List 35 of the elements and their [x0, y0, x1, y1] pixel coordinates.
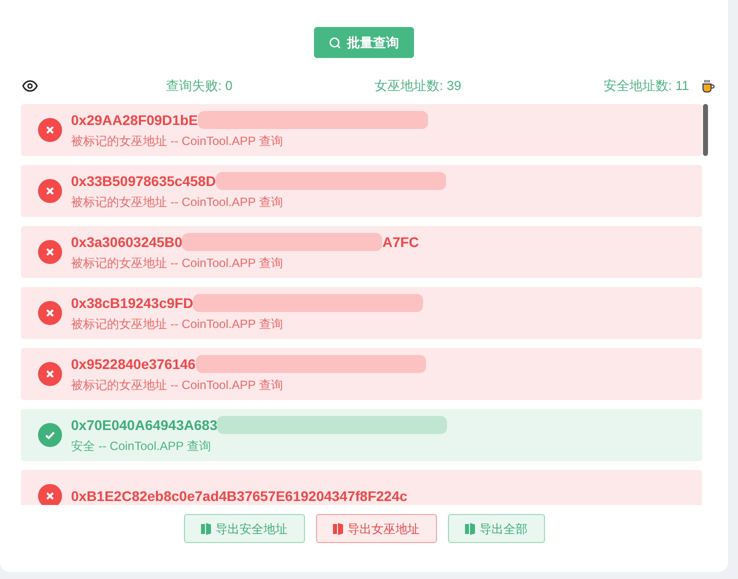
address-text: 0xB1E2C82eb8c0e7ad4B37657E619204347f8F224c	[71, 487, 408, 505]
address-text: 0x9522840e376146	[71, 354, 196, 372]
address-text: 0x3a30603245B0	[71, 232, 182, 250]
search-icon	[329, 36, 341, 48]
door-icon	[332, 522, 342, 534]
stat-label: 女巫地址数: 39	[374, 77, 462, 96]
address-text: A7FC	[382, 232, 419, 250]
result-note: 被标记的女巫地址 -- CoinTool.APP 查询	[71, 194, 284, 210]
eye-icon[interactable]	[22, 80, 38, 92]
address-text: 0x38cB19243c9FD	[71, 294, 194, 312]
export-button[interactable]: 导出全部	[448, 514, 544, 543]
address-text: 0x70E040A64943A683	[71, 416, 218, 434]
door-icon	[200, 522, 210, 534]
batch-query-button[interactable]: 批量查询	[314, 27, 414, 58]
error-icon	[38, 118, 62, 142]
stat-label: 查询失败: 0	[166, 77, 232, 96]
error-icon	[38, 484, 62, 505]
result-note: 被标记的女巫地址 -- CoinTool.APP 查询	[71, 132, 284, 150]
coffee-cup-icon[interactable]	[701, 79, 715, 93]
check-icon	[38, 423, 62, 447]
door-icon	[464, 522, 474, 534]
result-note: 安全 -- CoinTool.APP 查询	[71, 438, 212, 454]
error-icon	[38, 179, 62, 203]
error-icon	[38, 240, 62, 264]
address-text: 0x29AA28F09D1bE	[71, 110, 198, 128]
result-note: 被标记的女巫地址 -- CoinTool.APP 查询	[71, 316, 284, 332]
error-icon	[38, 362, 62, 386]
export-button[interactable]: 导出女巫地址	[316, 514, 436, 543]
result-note: 被标记的女巫地址 -- CoinTool.APP 查询	[71, 376, 284, 394]
export-button[interactable]: 导出安全地址	[184, 514, 304, 543]
result-note: 被标记的女巫地址 -- CoinTool.APP 查询	[71, 254, 284, 272]
address-text: 0x33B50978635c458D	[71, 172, 216, 190]
scrollbar-thumb[interactable]	[703, 104, 708, 156]
stat-label: 安全地址数: 11	[603, 77, 689, 96]
error-icon	[38, 301, 62, 325]
